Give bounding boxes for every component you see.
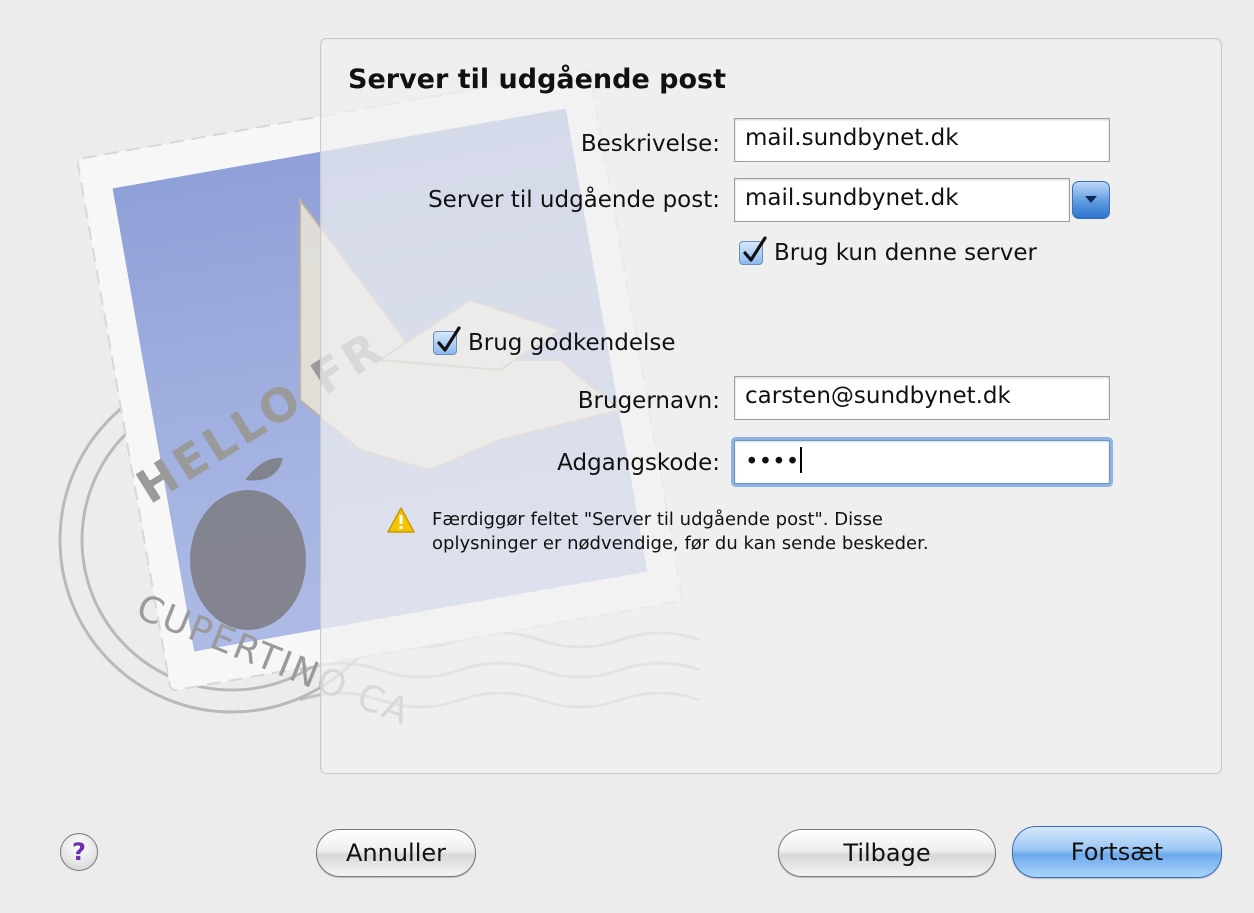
chevron-down-icon	[1085, 196, 1097, 203]
outgoing-server-combobox[interactable]: mail.sundbynet.dk	[734, 178, 1070, 222]
server-dropdown-button[interactable]	[1072, 181, 1110, 219]
password-label: Adgangskode:	[557, 450, 720, 476]
help-button[interactable]: ?	[60, 833, 98, 871]
text-caret	[800, 447, 803, 473]
back-button[interactable]: Tilbage	[778, 829, 996, 877]
password-field[interactable]: ••••	[734, 440, 1110, 484]
password-value: ••••	[745, 449, 800, 475]
outgoing-server-label: Server til udgående post:	[428, 187, 720, 213]
continue-button[interactable]: Fortsæt	[1012, 826, 1222, 878]
only-this-server-label: Brug kun denne server	[774, 240, 1037, 266]
panel-heading: Server til udgående post	[348, 64, 727, 95]
warning-message: Færdiggør feltet "Server til udgående po…	[432, 508, 1132, 556]
username-field[interactable]: carsten@sundbynet.dk	[734, 376, 1110, 420]
outgoing-server-value: mail.sundbynet.dk	[745, 185, 959, 211]
checkmark-icon	[743, 236, 767, 262]
description-value: mail.sundbynet.dk	[745, 125, 959, 151]
use-authentication-label: Brug godkendelse	[468, 330, 676, 356]
warning-icon	[387, 507, 415, 533]
checkmark-icon	[437, 326, 461, 352]
username-label: Brugernavn:	[577, 388, 720, 414]
username-value: carsten@sundbynet.dk	[745, 383, 1011, 409]
description-field[interactable]: mail.sundbynet.dk	[734, 118, 1110, 162]
cancel-button[interactable]: Annuller	[316, 829, 476, 877]
warning-line-2: oplysninger er nødvendige, før du kan se…	[432, 533, 929, 554]
warning-line-1: Færdiggør feltet "Server til udgående po…	[432, 509, 883, 530]
only-this-server-checkbox[interactable]	[739, 236, 767, 265]
setup-assistant-window: HELLO FR CUPERTINO CA Server til udgåend…	[0, 0, 1254, 913]
description-label: Beskrivelse:	[580, 131, 720, 157]
use-authentication-checkbox[interactable]	[433, 326, 461, 355]
